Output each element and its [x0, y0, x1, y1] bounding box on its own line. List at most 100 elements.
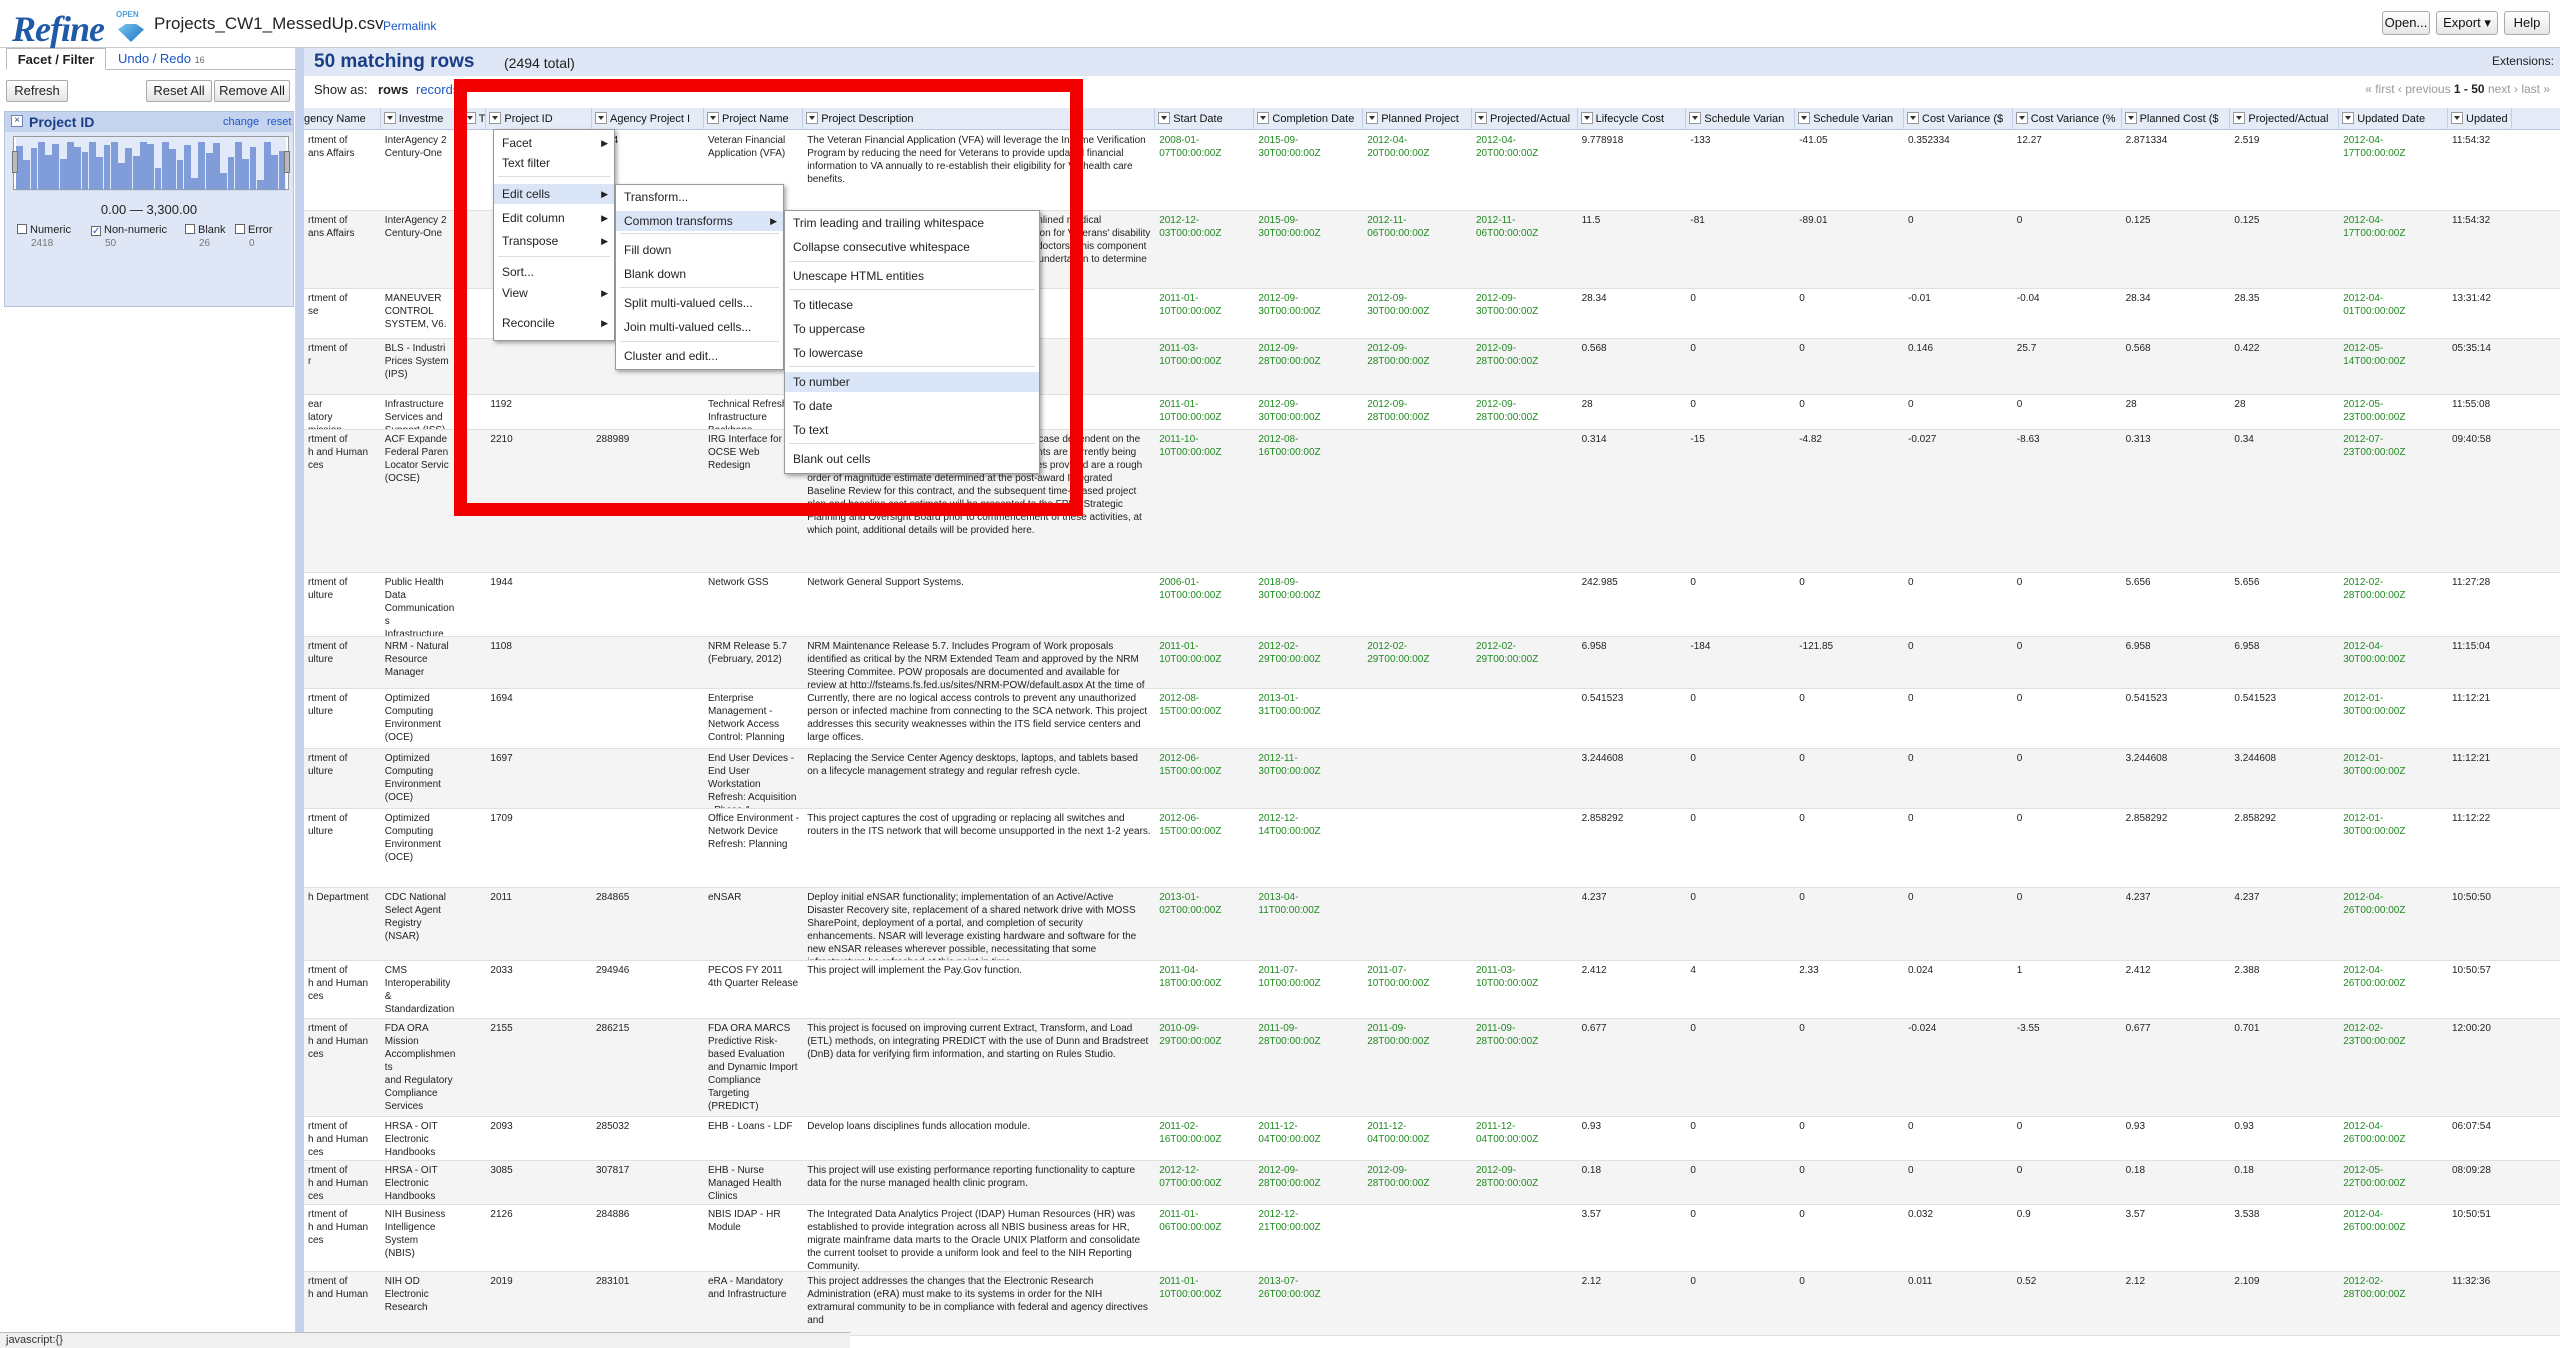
table-cell[interactable]: 2010-09-29T00:00:00Z [1159, 1022, 1250, 1116]
table-cell[interactable]: 2011-09-28T00:00:00Z [1258, 1022, 1359, 1116]
table-cell[interactable]: -8.63 [2017, 433, 2118, 571]
table-cell[interactable]: 0 [1799, 292, 1900, 338]
menu-to-text[interactable]: To text [785, 420, 1039, 440]
table-cell[interactable]: 2012-08-16T00:00:00Z [1258, 433, 1359, 571]
table-cell[interactable]: 4.237 [2126, 891, 2227, 961]
table-cell[interactable]: 11:27:28 [2452, 576, 2508, 636]
table-cell[interactable]: 2011-01-10T00:00:00Z [1159, 1275, 1250, 1335]
table-cell[interactable]: 0 [1799, 398, 1900, 429]
table-cell[interactable]: -184 [1690, 640, 1791, 689]
table-cell[interactable]: 2093 [490, 1120, 588, 1161]
chevron-down-icon[interactable] [1798, 112, 1811, 124]
table-cell[interactable]: 0 [1799, 1275, 1900, 1335]
table-cell[interactable] [1476, 752, 1574, 809]
non-numeric-checkbox[interactable]: Non-numeric 50 [91, 224, 167, 249]
table-cell[interactable]: 0.18 [2234, 1164, 2335, 1203]
table-cell[interactable]: 0 [1690, 398, 1791, 429]
table-cell[interactable]: 307817 [596, 1164, 700, 1203]
table-cell[interactable]: 0 [1799, 891, 1900, 961]
menu-to-titlecase[interactable]: To titlecase [785, 295, 1039, 315]
chevron-down-icon[interactable] [707, 112, 719, 124]
table-cell[interactable]: 28.34 [2126, 292, 2227, 338]
table-row[interactable]: rtment of h and Human ces HRSA - OIT Elec… [304, 1161, 2560, 1205]
table-cell[interactable]: 2011-09-28T00:00:00Z [1476, 1022, 1574, 1116]
table-cell[interactable]: -41.05 [1799, 134, 1900, 210]
table-cell[interactable]: 2011-12-04T00:00:00Z [1476, 1120, 1574, 1161]
table-cell[interactable] [596, 812, 700, 886]
table-cell[interactable] [490, 342, 588, 394]
table-cell[interactable]: 3.244608 [1582, 752, 1683, 809]
table-cell[interactable]: 10:50:57 [2452, 964, 2508, 1018]
table-cell[interactable]: 0.18 [2126, 1164, 2227, 1203]
column-header[interactable]: Cost Variance (% [2013, 108, 2122, 130]
table-cell[interactable] [596, 752, 700, 809]
open-button[interactable]: Open... [2382, 11, 2430, 35]
table-cell[interactable]: CDC National Select Agent Registry (NSAR… [385, 891, 457, 961]
table-cell[interactable]: -81 [1690, 214, 1791, 288]
table-cell[interactable]: This project captures the cost of upgrad… [807, 812, 1151, 886]
table-cell[interactable]: InterAgency 2 Century-One [385, 134, 457, 210]
table-cell[interactable]: 0 [2017, 576, 2118, 636]
table-cell[interactable]: rtment of ans Affairs [308, 134, 377, 210]
table-cell[interactable]: 3.244608 [2234, 752, 2335, 809]
table-cell[interactable]: 25.7 [2017, 342, 2118, 394]
table-cell[interactable]: 9.778918 [1582, 134, 1683, 210]
table-row[interactable]: rtment of h and Human NIH OD Electronic R… [304, 1271, 2560, 1336]
table-cell[interactable]: Infrastructure Services and Support (ISS… [385, 398, 457, 429]
table-cell[interactable]: 2011-01-06T00:00:00Z [1159, 1208, 1250, 1271]
table-cell[interactable]: 0.34 [2234, 433, 2335, 571]
table-cell[interactable]: 0.024 [1908, 964, 2009, 1018]
table-cell[interactable]: Deploy initial eNSAR functionality; impl… [807, 891, 1151, 961]
table-cell[interactable]: 284886 [596, 1208, 700, 1271]
table-cell[interactable]: 0 [2017, 1164, 2118, 1203]
table-cell[interactable]: -0.01 [1908, 292, 2009, 338]
table-cell[interactable]: rtment of h and Human [308, 1275, 377, 1335]
table-row[interactable]: rtment of ulture Optimized Computing Envi… [304, 748, 2560, 810]
tab-undo-redo[interactable]: Undo / Redo 16 [118, 48, 205, 70]
table-cell[interactable]: 2008-01-07T00:00:00Z [1159, 134, 1250, 210]
table-cell[interactable]: 4.237 [2234, 891, 2335, 961]
table-cell[interactable]: 0 [1908, 891, 2009, 961]
table-cell[interactable]: 2012-09-28T00:00:00Z [1258, 1164, 1359, 1203]
table-cell[interactable]: 0 [1908, 1120, 2009, 1161]
table-cell[interactable]: 2012-02-28T00:00:00Z [2343, 1275, 2444, 1335]
table-cell[interactable]: 0 [1799, 692, 1900, 747]
table-cell[interactable]: NIH OD Electronic Research [385, 1275, 457, 1335]
table-cell[interactable] [596, 640, 700, 689]
table-cell[interactable]: Develop loans disciplines funds allocati… [807, 1120, 1151, 1161]
table-cell[interactable]: 11:12:21 [2452, 752, 2508, 809]
blank-checkbox[interactable]: Blank 26 [185, 224, 226, 249]
column-header[interactable]: Project Name [704, 108, 804, 130]
table-cell[interactable]: 2012-09-30T00:00:00Z [1367, 292, 1468, 338]
table-cell[interactable]: FDA ORA Mission Accomplishments and Regu… [385, 1022, 457, 1116]
table-cell[interactable]: 0.125 [2126, 214, 2227, 288]
column-header[interactable]: Agency Project I [592, 108, 704, 130]
menu-common-transforms[interactable]: Common transforms ▶ [616, 211, 783, 231]
table-cell[interactable] [1476, 576, 1574, 636]
table-cell[interactable]: 0 [2017, 692, 2118, 747]
table-cell[interactable]: eNSAR [708, 891, 799, 961]
menu-blank-down[interactable]: Blank down [616, 264, 783, 284]
table-cell[interactable]: 0 [1908, 398, 2009, 429]
table-cell[interactable]: 0 [1690, 1022, 1791, 1116]
table-cell[interactable]: MANEUVER CONTROL SYSTEM, V6. [385, 292, 457, 338]
menu-facet[interactable]: Facet ▶ [494, 133, 614, 153]
table-cell[interactable]: 2011-01-10T00:00:00Z [1159, 398, 1250, 429]
table-cell[interactable]: 0.011 [1908, 1275, 2009, 1335]
menu-blank-out-cells[interactable]: Blank out cells [785, 449, 1039, 469]
table-cell[interactable] [1367, 752, 1468, 809]
table-cell[interactable]: 2006-01-10T00:00:00Z [1159, 576, 1250, 636]
table-cell[interactable]: 09:40:58 [2452, 433, 2508, 571]
table-cell[interactable]: 2012-01-30T00:00:00Z [2343, 752, 2444, 809]
table-cell[interactable]: 2011-12-04T00:00:00Z [1367, 1120, 1468, 1161]
table-cell[interactable]: 2018-09-30T00:00:00Z [1258, 576, 1359, 636]
column-header[interactable]: Planned Cost ($ [2122, 108, 2231, 130]
table-row[interactable]: rtment of h and Human ces ACF Expande Fed… [304, 430, 2560, 573]
table-cell[interactable]: Currently, there are no logical access c… [807, 692, 1151, 747]
table-cell[interactable]: 2011-01-10T00:00:00Z [1159, 640, 1250, 689]
table-cell[interactable]: rtment of ulture [308, 640, 377, 689]
menu-fill-down[interactable]: Fill down [616, 240, 783, 260]
table-cell[interactable]: InterAgency 2 Century-One [385, 214, 457, 288]
table-cell[interactable]: 2012-02-29T00:00:00Z [1258, 640, 1359, 689]
table-cell[interactable]: 2011-07-10T00:00:00Z [1258, 964, 1359, 1018]
